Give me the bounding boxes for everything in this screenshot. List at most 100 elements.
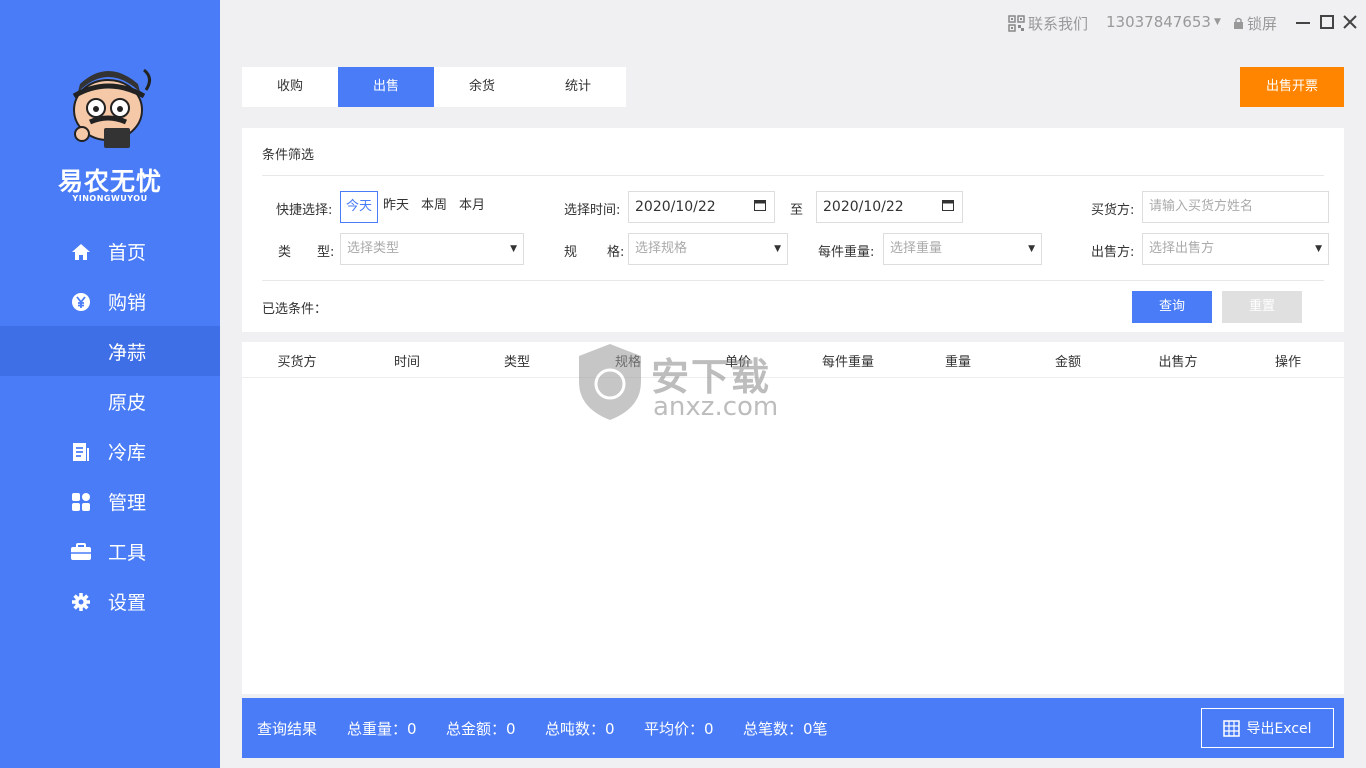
weight-select-value: 选择重量: [890, 241, 943, 256]
sidebar-item-trade[interactable]: 购销: [0, 276, 220, 326]
lock-screen-button[interactable]: 锁屏: [1233, 13, 1277, 34]
sidebar-item-label: 净蒜: [108, 342, 147, 364]
divider: [262, 175, 1324, 176]
date-from-input[interactable]: 2020/10/22: [628, 191, 775, 223]
gear-icon: [70, 591, 92, 613]
reset-button[interactable]: 重置: [1222, 291, 1302, 323]
tab-statistics[interactable]: 统计: [530, 67, 626, 107]
minimize-button[interactable]: [1296, 22, 1310, 24]
phone-number: 13037847653: [1106, 13, 1211, 31]
summary-bar: 查询结果 总重量：0 总金额：0 总吨数：0 平均价：0 总笔数：0笔 导出Ex…: [242, 698, 1344, 758]
table-icon: [1223, 719, 1241, 737]
quick-option-yesterday[interactable]: 昨天: [383, 191, 409, 223]
calendar-icon: [942, 200, 954, 211]
sidebar-item-tools[interactable]: 工具: [0, 526, 220, 576]
date-to-value: 2020/10/22: [823, 199, 904, 215]
quick-select-label: 快捷选择:: [276, 203, 333, 218]
watermark: 安下载 anxz.com: [575, 340, 795, 430]
sidebar-item-raw-skin[interactable]: 原皮: [0, 376, 220, 426]
brand-name: 易农无忧: [57, 167, 162, 196]
caret-down-icon: ▼: [774, 244, 781, 254]
lock-icon: [1234, 17, 1243, 29]
calendar-icon: [754, 200, 766, 211]
total-count: 总笔数：0笔: [743, 720, 828, 738]
export-excel-button[interactable]: 导出Excel: [1201, 708, 1334, 748]
divider: [262, 280, 1324, 281]
column-header-amount[interactable]: 金额: [1023, 351, 1113, 370]
column-header-weight[interactable]: 重量: [913, 351, 1003, 370]
chevron-down-icon: ▼: [1213, 17, 1221, 27]
quick-option-this-week[interactable]: 本周: [421, 191, 447, 223]
average-price: 平均价：0: [644, 720, 714, 738]
sidebar-item-cold-storage[interactable]: 冷库: [0, 426, 220, 476]
column-header-time[interactable]: 时间: [362, 351, 452, 370]
type-select-value: 选择类型: [347, 241, 400, 256]
column-header-seller[interactable]: 出售方: [1133, 351, 1223, 370]
caret-down-icon: ▼: [1315, 244, 1322, 254]
close-icon: [1343, 15, 1357, 29]
time-label: 选择时间:: [564, 203, 621, 218]
caret-down-icon: ▼: [510, 244, 517, 254]
sidebar-item-garlic[interactable]: 净蒜: [0, 326, 220, 376]
sidebar-item-manage[interactable]: 管理: [0, 476, 220, 526]
qr-code-icon: [1008, 15, 1025, 32]
sidebar-item-label: 购销: [108, 292, 147, 314]
date-to-input[interactable]: 2020/10/22: [816, 191, 963, 223]
export-excel-label: 导出Excel: [1246, 721, 1312, 737]
seller-label: 出售方:: [1091, 245, 1135, 260]
shield-icon: [579, 344, 641, 420]
column-header-type[interactable]: 类型: [472, 351, 562, 370]
spec-label-b: 格:: [607, 245, 625, 260]
total-amount: 总金额：0: [446, 720, 516, 738]
caret-down-icon: ▼: [1028, 244, 1035, 254]
sell-invoice-button[interactable]: 出售开票: [1240, 67, 1344, 107]
contact-us-link[interactable]: 联系我们: [1008, 13, 1088, 34]
date-from-value: 2020/10/22: [635, 199, 716, 215]
sidebar-item-label: 原皮: [108, 392, 147, 414]
spec-select[interactable]: 选择规格 ▼: [628, 233, 788, 265]
yen-icon: [70, 291, 92, 313]
weight-select[interactable]: 选择重量 ▼: [883, 233, 1042, 265]
sidebar-item-label: 工具: [108, 542, 147, 564]
type-select[interactable]: 选择类型 ▼: [340, 233, 524, 265]
module-tabs: 收购 出售 余货 统计: [242, 67, 626, 107]
total-weight: 总重量：0: [347, 720, 417, 738]
buyer-input[interactable]: 请输入买货方姓名: [1142, 191, 1329, 223]
filter-panel: 条件筛选 快捷选择: 今天 昨天 本周 本月 选择时间: 2020/10/22 …: [242, 128, 1344, 332]
phone-dropdown[interactable]: 13037847653 ▼: [1106, 13, 1221, 31]
sidebar-item-label: 冷库: [108, 442, 147, 464]
sidebar: 易农无忧 YINONGWUYOU 首页 购销 净蒜 原皮 冷库 管理 工具 设置: [0, 0, 220, 768]
quick-option-today[interactable]: 今天: [340, 191, 378, 223]
column-header-piece-weight[interactable]: 每件重量: [803, 351, 893, 370]
mascot-logo: [60, 62, 160, 152]
sidebar-item-label: 首页: [108, 242, 147, 264]
buyer-label: 买货方:: [1091, 203, 1135, 218]
close-button[interactable]: [1342, 14, 1358, 30]
contact-us-label: 联系我们: [1028, 15, 1089, 33]
selected-conditions-label: 已选条件：: [262, 302, 328, 317]
filter-title: 条件筛选: [262, 148, 315, 163]
tab-purchase[interactable]: 收购: [242, 67, 338, 107]
total-tons: 总吨数：0: [545, 720, 615, 738]
lock-screen-label: 锁屏: [1247, 15, 1278, 33]
tab-remaining[interactable]: 余货: [434, 67, 530, 107]
query-button[interactable]: 查询: [1132, 291, 1212, 323]
home-icon: [70, 241, 92, 263]
quick-option-this-month[interactable]: 本月: [459, 191, 485, 223]
sidebar-item-home[interactable]: 首页: [0, 226, 220, 276]
title-bar: 联系我们 13037847653 ▼ 锁屏: [220, 0, 1366, 46]
column-header-buyer[interactable]: 买货方: [252, 351, 342, 370]
seller-select[interactable]: 选择出售方 ▼: [1142, 233, 1329, 265]
spec-label-a: 规: [564, 245, 578, 260]
maximize-button[interactable]: [1320, 15, 1334, 29]
spec-select-value: 选择规格: [635, 241, 688, 256]
sidebar-item-settings[interactable]: 设置: [0, 576, 220, 626]
tab-sell[interactable]: 出售: [338, 67, 434, 107]
type-label-b: 型:: [317, 245, 335, 260]
brand-subtitle: YINONGWUYOU: [72, 194, 148, 203]
weight-label: 每件重量:: [818, 245, 875, 260]
document-icon: [70, 441, 92, 463]
type-label-a: 类: [278, 245, 292, 260]
column-header-actions[interactable]: 操作: [1243, 351, 1333, 370]
to-label: 至: [790, 203, 804, 218]
